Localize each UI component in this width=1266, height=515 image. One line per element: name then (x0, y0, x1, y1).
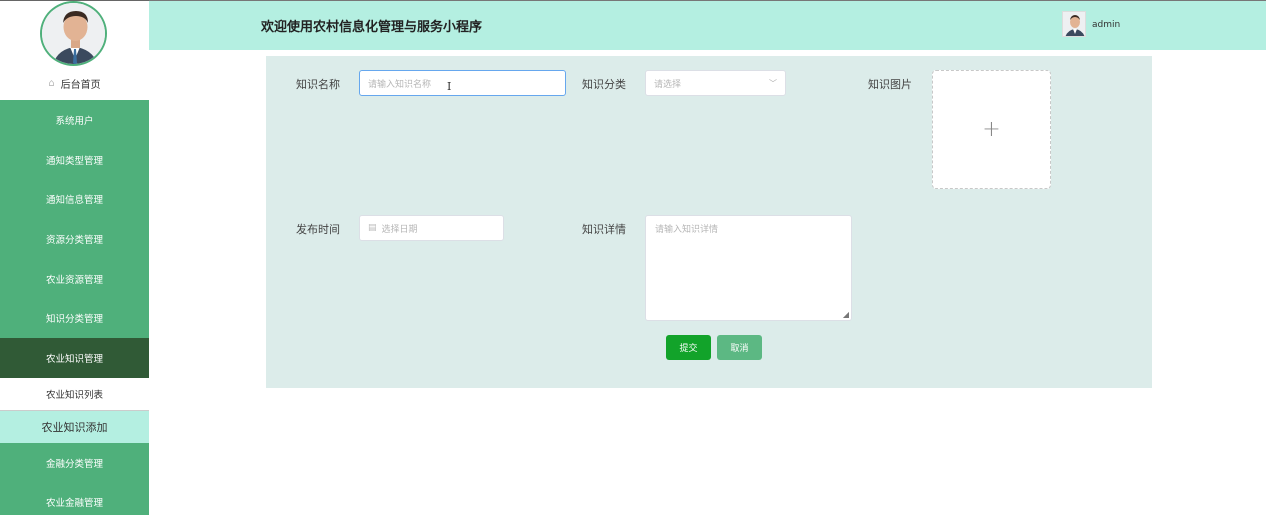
cancel-button[interactable]: 取消 (717, 335, 762, 360)
sidebar-item-resources[interactable]: 农业资源管理 (0, 259, 149, 299)
sidebar-item-label: 农业知识管理 (45, 353, 103, 365)
sidebar-menu: 系统用户 通知类型管理 通知信息管理 资源分类管理 农业资源管理 知识分类管理 … (0, 100, 149, 515)
sidebar-item-finance[interactable]: 农业金融管理 (0, 483, 149, 515)
sidebar-subitem-knowledge-list[interactable]: 农业知识列表 (0, 377, 149, 411)
header: 欢迎使用农村信息化管理与服务小程序 admin (149, 0, 1266, 50)
sidebar: ⌂ 后台首页 系统用户 通知类型管理 通知信息管理 资源分类管理 农业资源管理 … (0, 0, 149, 515)
sidebar-item-notice-types[interactable]: 通知类型管理 (0, 140, 149, 180)
calendar-icon: ▤ (368, 223, 377, 233)
image-label: 知识图片 (868, 78, 912, 91)
sidebar-item-label: 资源分类管理 (45, 234, 103, 246)
detail-textarea[interactable]: 请输入知识详情 ◢ (645, 215, 852, 321)
sidebar-item-home[interactable]: ⌂ 后台首页 (0, 66, 149, 100)
sidebar-item-label: 系统用户 (55, 115, 94, 127)
sidebar-item-notices[interactable]: 通知信息管理 (0, 179, 149, 219)
sidebar-item-label: 农业资源管理 (45, 274, 103, 286)
category-select-placeholder: 请选择 (654, 79, 682, 90)
submit-button[interactable]: 提交 (666, 335, 711, 360)
category-label: 知识分类 (582, 78, 626, 91)
sidebar-item-label: 农业知识列表 (45, 390, 103, 402)
image-uploader[interactable]: + (932, 70, 1051, 189)
date-picker[interactable]: ▤ 选择日期 (359, 215, 504, 241)
resize-handle-icon[interactable]: ◢ (843, 310, 849, 319)
sidebar-item-label: 金融分类管理 (45, 458, 103, 470)
sidebar-item-finance-categories[interactable]: 金融分类管理 (0, 443, 149, 483)
avatar[interactable] (40, 1, 107, 66)
category-select[interactable]: 请选择 ﹀ (645, 70, 786, 96)
username[interactable]: admin (1092, 20, 1120, 30)
sidebar-item-label: 后台首页 (60, 79, 101, 91)
name-input-placeholder: 请输入知识名称 (368, 79, 432, 90)
user-avatar[interactable] (1062, 11, 1086, 37)
sidebar-item-resource-categories[interactable]: 资源分类管理 (0, 219, 149, 259)
chevron-down-icon: ﹀ (769, 79, 777, 88)
home-icon: ⌂ (48, 77, 55, 89)
sidebar-item-label: 农业金融管理 (45, 498, 103, 510)
sidebar-item-knowledge[interactable]: 农业知识管理 (0, 338, 149, 378)
sidebar-item-system-users[interactable]: 系统用户 (0, 100, 149, 140)
sidebar-item-label: 农业知识添加 (41, 421, 108, 435)
detail-label: 知识详情 (582, 223, 626, 236)
sidebar-item-label: 知识分类管理 (45, 314, 103, 326)
sidebar-item-knowledge-categories[interactable]: 知识分类管理 (0, 298, 149, 338)
user-avatar-image (1063, 12, 1085, 36)
text-cursor-icon: I (447, 80, 452, 93)
detail-textarea-placeholder: 请输入知识详情 (655, 225, 719, 235)
date-label: 发布时间 (296, 223, 340, 236)
plus-icon: + (982, 117, 1001, 142)
avatar-image (42, 3, 105, 64)
sidebar-item-label: 通知信息管理 (45, 195, 103, 207)
date-picker-placeholder: 选择日期 (381, 224, 418, 235)
page-title: 欢迎使用农村信息化管理与服务小程序 (261, 20, 483, 35)
sidebar-subitem-knowledge-add[interactable]: 农业知识添加 (0, 410, 149, 443)
name-label: 知识名称 (296, 78, 340, 91)
name-input[interactable]: 请输入知识名称 (359, 70, 566, 96)
sidebar-item-label: 通知类型管理 (45, 155, 103, 167)
